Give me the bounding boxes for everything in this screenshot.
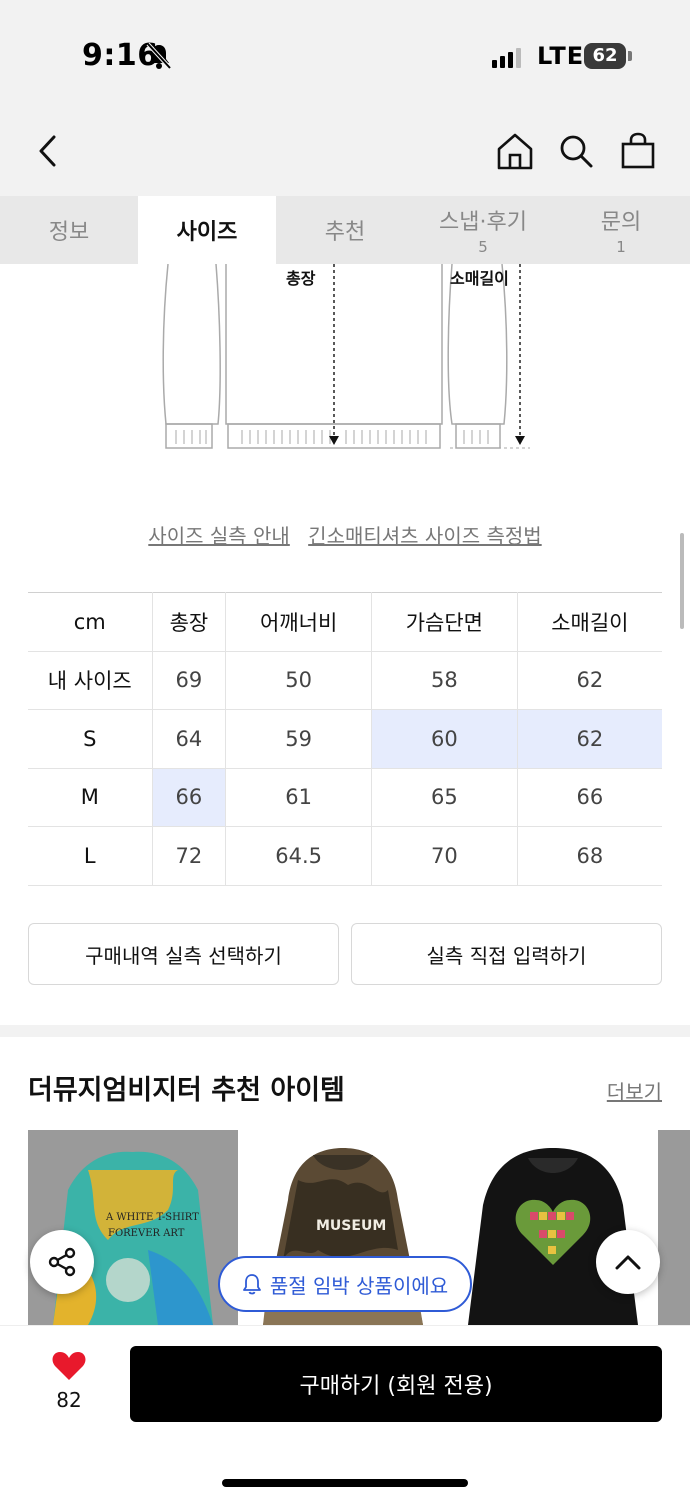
size-diagram: 총장 소매길이 — [162, 264, 530, 449]
table-cell: 65 — [370, 767, 518, 827]
row-label: S — [28, 709, 153, 769]
table-header-row: cm 총장 어깨너비 가슴단면 소매길이 — [28, 592, 662, 652]
app-header — [0, 100, 690, 196]
table-cell: 66 — [516, 767, 662, 827]
row-label: L — [28, 826, 153, 886]
tab-label: 사이즈 — [176, 220, 238, 245]
more-link[interactable]: 더보기 — [607, 1076, 662, 1105]
home-icon[interactable] — [496, 132, 534, 170]
product-print-text: FOREVER ART — [108, 1228, 185, 1239]
tab-label: 정보 — [48, 220, 90, 245]
table-cell: 70 — [370, 826, 518, 886]
table-cell: 69 — [151, 650, 227, 710]
tab-snap-review[interactable]: 스냅·후기 5 — [414, 196, 552, 264]
select-history-button[interactable]: 구매내역 실측 선택하기 — [28, 923, 339, 985]
table-cell-highlighted: 66 — [151, 767, 227, 827]
size-table: cm 총장 어깨너비 가슴단면 소매길이 내 사이즈 69 50 58 62 S… — [28, 592, 662, 886]
status-bar: 9:16 LTE 62 — [0, 0, 690, 100]
tab-label: 추천 — [324, 220, 366, 245]
like-button[interactable]: 82 — [44, 1350, 94, 1412]
table-cell: 61 — [225, 767, 372, 827]
product-print-text: A WHITE T-SHIRT — [105, 1212, 199, 1223]
table-header: 총장 — [151, 592, 227, 652]
table-header: cm — [28, 592, 153, 652]
table-cell: 72 — [151, 826, 227, 886]
toast-text: 품절 임박 상품이에요 — [269, 1273, 449, 1298]
table-row: S 64 59 60 62 — [28, 709, 662, 769]
table-row: M 66 61 65 66 — [28, 767, 662, 827]
shopping-bag-icon[interactable] — [620, 131, 656, 169]
tab-info[interactable]: 정보 — [0, 196, 138, 264]
length-label: 총장 — [286, 269, 316, 288]
buy-button[interactable]: 구매하기 (회원 전용) — [130, 1346, 662, 1422]
direct-input-button[interactable]: 실측 직접 입력하기 — [351, 923, 662, 985]
table-row: 내 사이즈 69 50 58 62 — [28, 650, 662, 710]
tab-label: 스냅·후기 — [439, 210, 527, 235]
recommend-title: 더뮤지엄비지터 추천 아이템 — [28, 1075, 345, 1106]
table-cell-highlighted: 62 — [516, 709, 662, 769]
bottom-bar: 82 구매하기 (회원 전용) — [0, 1325, 690, 1500]
tab-count: 1 — [616, 238, 626, 256]
table-cell: 62 — [516, 650, 662, 710]
table-cell: 68 — [516, 826, 662, 886]
battery-icon: 62 — [584, 43, 626, 69]
bell-icon — [242, 1274, 261, 1295]
low-stock-toast: 품절 임박 상품이에요 — [218, 1256, 472, 1312]
size-guide-links: 사이즈 실측 안내 긴소매티셔츠 사이즈 측정법 — [0, 520, 690, 549]
tab-inquiry[interactable]: 문의 1 — [552, 196, 690, 264]
battery-tip — [628, 51, 632, 61]
scroll-top-button[interactable] — [596, 1230, 660, 1294]
tab-count: 5 — [478, 238, 488, 256]
network-type: LTE — [537, 42, 585, 70]
measure-method-link[interactable]: 긴소매티셔츠 사이즈 측정법 — [308, 524, 542, 548]
search-icon[interactable] — [558, 133, 594, 169]
sleeve-label: 소매길이 — [450, 269, 509, 288]
table-cell: 64.5 — [225, 826, 372, 886]
table-cell: 58 — [370, 650, 518, 710]
tab-recommend[interactable]: 추천 — [276, 196, 414, 264]
row-label: M — [28, 767, 153, 827]
like-count: 82 — [56, 1388, 82, 1412]
signal-icon — [492, 46, 521, 68]
share-button[interactable] — [30, 1230, 94, 1294]
chevron-up-icon — [615, 1255, 641, 1270]
tab-label: 문의 — [600, 210, 642, 235]
table-header: 어깨너비 — [225, 592, 372, 652]
heart-icon — [52, 1352, 86, 1380]
product-print-text: MUSEUM — [316, 1218, 386, 1234]
product-image-next[interactable] — [658, 1130, 690, 1325]
product-image-tie-dye-hoodie[interactable]: A WHITE T-SHIRT FOREVER ART — [28, 1130, 238, 1325]
table-header: 소매길이 — [516, 592, 662, 652]
product-image-black-hoodie[interactable] — [448, 1130, 658, 1325]
bell-off-icon — [146, 42, 172, 70]
table-cell-highlighted: 60 — [370, 709, 518, 769]
table-header: 가슴단면 — [370, 592, 518, 652]
back-icon[interactable] — [34, 134, 64, 168]
home-indicator — [222, 1479, 468, 1487]
table-row: L 72 64.5 70 68 — [28, 826, 662, 886]
size-guide-link[interactable]: 사이즈 실측 안내 — [148, 524, 290, 548]
table-cell: 59 — [225, 709, 372, 769]
table-cell: 64 — [151, 709, 227, 769]
section-divider — [0, 1025, 690, 1037]
tab-size[interactable]: 사이즈 — [138, 196, 276, 264]
product-tabs: 정보 사이즈 추천 스냅·후기 5 문의 1 — [0, 196, 690, 264]
row-label: 내 사이즈 — [28, 650, 153, 710]
scrollbar[interactable] — [680, 533, 684, 629]
share-icon — [48, 1247, 76, 1277]
table-cell: 50 — [225, 650, 372, 710]
